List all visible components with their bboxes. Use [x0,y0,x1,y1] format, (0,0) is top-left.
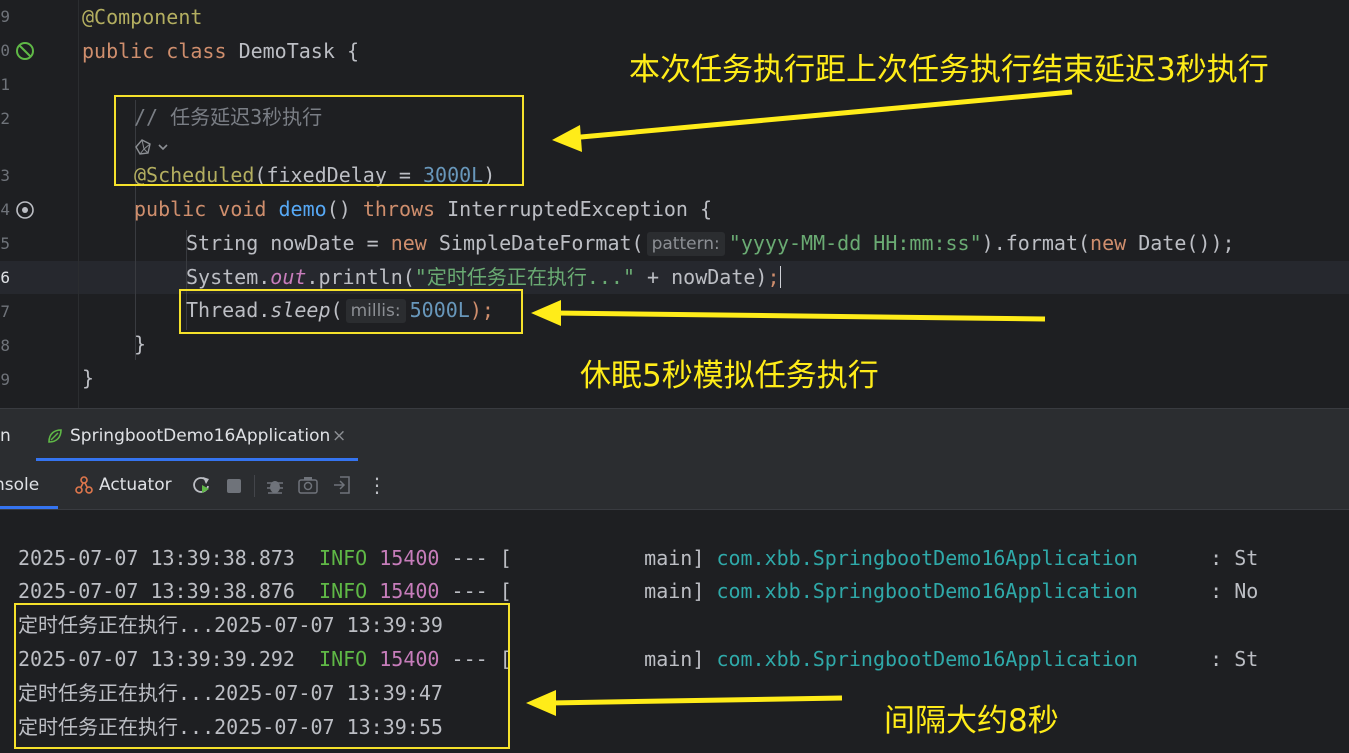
line-number: 1 [0,75,10,94]
spring-leaf-icon [48,429,62,443]
annotation-label-interval: 间隔大约8秒 [884,703,1059,739]
text-cursor [779,266,781,288]
line-number: 5 [0,234,10,253]
tab-label: nsole [0,475,40,495]
tab-springboot-app[interactable]: SpringbootDemo16Application × [36,409,358,461]
line-number: 9 [0,370,10,389]
line-number: 3 [0,166,10,185]
code-line: String nowDate = new SimpleDateFormat(pa… [186,231,1235,256]
line-number: 4 [0,200,10,219]
arrow-icon [531,300,1046,326]
exit-icon[interactable] [331,474,353,496]
run-tab-bar: n SpringbootDemo16Application × [0,409,1349,461]
code-line: } [134,332,147,356]
camera-icon[interactable] [297,474,319,496]
parameter-hint: pattern: [646,232,725,256]
code-editor[interactable]: 9 0 1 2 3 4 5 6 7 8 9 @Component public … [0,0,1349,408]
line-number: 7 [0,302,10,321]
more-options-icon[interactable]: ⋮ [367,473,387,497]
line-number: 0 [0,41,10,60]
run-tool-window: n SpringbootDemo16Application × nsole Ac… [0,408,1349,753]
scheduled-method-icon[interactable] [14,199,36,221]
tab-label: SpringbootDemo16Application [70,426,331,446]
arrow-icon [552,89,1073,152]
tab-console[interactable]: nsole [0,461,58,509]
console-toolbar: nsole Actuator [0,461,1349,510]
run-tab-label[interactable]: n [0,426,11,446]
log-line: 2025-07-07 13:39:38.873 INFO 15400 --- [… [18,546,1259,570]
highlight-box-sleep [179,289,523,334]
stop-icon[interactable] [227,479,241,493]
gutter-divider [78,0,79,408]
rerun-icon[interactable] [190,474,212,496]
toolbar-divider [254,475,255,497]
code-line: public void demo() throws InterruptedExc… [134,197,713,221]
line-number: 6 [0,268,10,287]
debug-icon[interactable] [264,474,286,496]
arrow-icon [526,690,843,716]
code-line: public class DemoTask { [82,39,359,63]
tab-actuator[interactable]: Actuator [99,475,172,495]
code-line: @Component [82,5,203,29]
highlight-box-output [14,603,510,749]
close-icon[interactable]: × [332,426,346,446]
line-number: 9 [0,7,10,26]
actuator-icon [75,476,93,494]
annotation-label-sleep: 休眠5秒模拟任务执行 [580,358,879,394]
highlight-box-scheduled [114,95,524,186]
line-number: 2 [0,109,10,128]
line-number: 8 [0,336,10,355]
code-line: } [82,366,95,390]
bean-icon[interactable] [14,40,36,62]
